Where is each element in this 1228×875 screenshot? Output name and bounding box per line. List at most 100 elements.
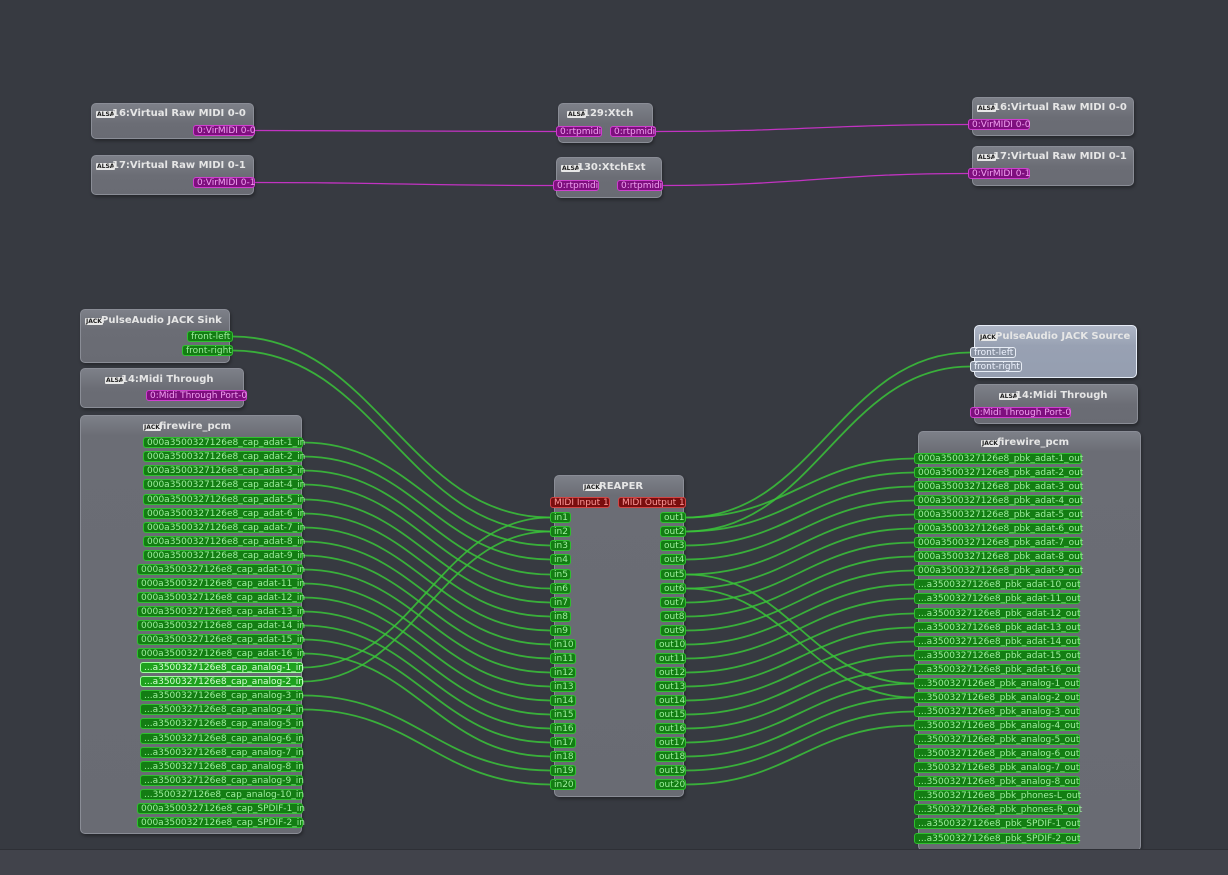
input-port[interactable]: in15 xyxy=(550,709,576,720)
audio-connection[interactable] xyxy=(302,694,551,772)
input-port[interactable]: ...3500327126e8_pbk_analog-1_out xyxy=(914,678,1080,689)
output-port[interactable]: out1 xyxy=(660,512,686,523)
output-port[interactable]: 000a3500327126e8_cap_adat-5_in xyxy=(143,494,305,505)
input-port[interactable]: 0:VirMIDI 0-0 xyxy=(968,119,1030,130)
output-port[interactable]: out20 xyxy=(655,779,686,790)
audio-connection[interactable] xyxy=(302,516,551,669)
audio-connection[interactable] xyxy=(302,530,551,683)
input-port[interactable]: 0:VirMIDI 0-1 xyxy=(968,168,1030,179)
patchbay-canvas[interactable]: ALSA 16:Virtual Raw MIDI 0-0 0:VirMIDI 0-0… xyxy=(0,0,1228,875)
output-port[interactable]: ...a3500327126e8_cap_analog-8_in xyxy=(140,761,304,772)
output-port[interactable]: out4 xyxy=(660,554,686,565)
input-port[interactable]: 0:rtpmidi xyxy=(553,180,599,191)
output-port[interactable]: 000a3500327126e8_cap_adat-12_in xyxy=(137,592,305,603)
output-port[interactable]: ...a3500327126e8_cap_analog-5_in xyxy=(140,718,304,729)
output-port[interactable]: 0:Midi Through Port-0 xyxy=(146,390,247,401)
audio-connection[interactable] xyxy=(685,724,915,786)
input-port[interactable]: ...3500327126e8_pbk_phones-R_out xyxy=(914,804,1082,815)
output-port[interactable]: out2 xyxy=(660,526,686,537)
output-port[interactable]: out19 xyxy=(655,765,686,776)
input-port[interactable]: MIDI Input 1 xyxy=(550,497,610,508)
output-port[interactable]: 0:VirMIDI 0-0 xyxy=(193,125,255,136)
input-port[interactable]: in20 xyxy=(550,779,576,790)
input-port[interactable]: in14 xyxy=(550,695,576,706)
midi-connection[interactable] xyxy=(662,172,969,187)
input-port[interactable]: ...a3500327126e8_pbk_adat-14_out xyxy=(914,636,1080,647)
output-port[interactable]: out16 xyxy=(655,723,686,734)
output-port[interactable]: out11 xyxy=(655,653,686,664)
output-port[interactable]: 000a3500327126e8_cap_adat-1_in xyxy=(143,437,305,448)
input-port[interactable]: 000a3500327126e8_pbk_adat-6_out xyxy=(914,523,1083,534)
input-port[interactable]: in12 xyxy=(550,667,576,678)
input-port[interactable]: 000a3500327126e8_pbk_adat-8_out xyxy=(914,551,1083,562)
input-port[interactable]: ...3500327126e8_pbk_analog-3_out xyxy=(914,706,1080,717)
output-port[interactable]: ...a3500327126e8_cap_analog-4_in xyxy=(140,704,304,715)
input-port[interactable]: 000a3500327126e8_pbk_adat-4_out xyxy=(914,495,1083,506)
output-port[interactable]: out9 xyxy=(660,625,686,636)
output-port[interactable]: 000a3500327126e8_cap_adat-6_in xyxy=(143,508,305,519)
node-vmidi01_out[interactable]: ALSA 17:Virtual Raw MIDI 0-1 xyxy=(972,146,1134,186)
input-port[interactable]: 000a3500327126e8_pbk_adat-9_out xyxy=(914,565,1083,576)
input-port[interactable]: in16 xyxy=(550,723,576,734)
input-port[interactable]: in8 xyxy=(550,611,571,622)
output-port[interactable]: 000a3500327126e8_cap_adat-13_in xyxy=(137,606,305,617)
input-port[interactable]: in3 xyxy=(550,540,571,551)
input-port[interactable]: 0:rtpmidi xyxy=(556,126,602,137)
output-port[interactable]: out12 xyxy=(655,667,686,678)
output-port[interactable]: 000a3500327126e8_cap_adat-15_in xyxy=(137,634,305,645)
audio-connection[interactable] xyxy=(685,485,915,547)
midi-connection[interactable] xyxy=(254,129,557,133)
midi-connection[interactable] xyxy=(655,123,969,133)
input-port[interactable]: ...3500327126e8_pbk_analog-6_out xyxy=(914,748,1080,759)
output-port[interactable]: ...a3500327126e8_cap_analog-1_in xyxy=(140,662,304,673)
input-port[interactable]: ...a3500327126e8_pbk_adat-10_out xyxy=(914,579,1080,590)
input-port[interactable]: 000a3500327126e8_pbk_adat-5_out xyxy=(914,509,1083,520)
input-port[interactable]: in10 xyxy=(550,639,576,650)
input-port[interactable]: ...3500327126e8_pbk_analog-4_out xyxy=(914,720,1080,731)
output-port[interactable]: 0:rtpmidi xyxy=(610,126,656,137)
input-port[interactable]: 000a3500327126e8_pbk_adat-2_out xyxy=(914,467,1083,478)
output-port[interactable]: MIDI Output 1 xyxy=(618,497,686,508)
output-port[interactable]: out15 xyxy=(655,709,686,720)
input-port[interactable]: in11 xyxy=(550,653,576,664)
input-port[interactable]: 000a3500327126e8_pbk_adat-7_out xyxy=(914,537,1083,548)
output-port[interactable]: ...a3500327126e8_cap_analog-9_in xyxy=(140,775,304,786)
audio-connection[interactable] xyxy=(685,640,915,702)
output-port[interactable]: 000a3500327126e8_cap_adat-8_in xyxy=(143,536,305,547)
midi-connection[interactable] xyxy=(254,181,554,187)
output-port[interactable]: 000a3500327126e8_cap_adat-9_in xyxy=(143,550,305,561)
input-port[interactable]: ...3500327126e8_pbk_analog-7_out xyxy=(914,762,1080,773)
input-port[interactable]: 000a3500327126e8_pbk_adat-1_out xyxy=(914,453,1083,464)
output-port[interactable]: 000a3500327126e8_cap_adat-11_in xyxy=(137,578,305,589)
output-port[interactable]: 0:rtpmidi xyxy=(617,180,663,191)
output-port[interactable]: ...a3500327126e8_cap_analog-6_in xyxy=(140,733,304,744)
input-port[interactable]: ...a3500327126e8_pbk_adat-16_out xyxy=(914,664,1080,675)
output-port[interactable]: out7 xyxy=(660,597,686,608)
audio-connection[interactable] xyxy=(302,441,551,547)
output-port[interactable]: ...a3500327126e8_cap_analog-2_in xyxy=(140,676,304,687)
output-port[interactable]: front-right xyxy=(182,345,233,356)
audio-connection[interactable] xyxy=(685,457,915,519)
output-port[interactable]: out5 xyxy=(660,569,686,580)
output-port[interactable]: out8 xyxy=(660,611,686,622)
input-port[interactable]: in7 xyxy=(550,597,571,608)
node-vmidi01_in[interactable]: ALSA 17:Virtual Raw MIDI 0-1 xyxy=(91,155,254,195)
output-port[interactable]: 000a3500327126e8_cap_adat-3_in xyxy=(143,465,305,476)
input-port[interactable]: in4 xyxy=(550,554,571,565)
input-port[interactable]: ...a3500327126e8_pbk_adat-11_out xyxy=(914,593,1080,604)
audio-connection[interactable] xyxy=(685,626,915,688)
audio-connection[interactable] xyxy=(685,710,915,772)
input-port[interactable]: ...a3500327126e8_pbk_SPDIF-1_out xyxy=(914,818,1080,829)
output-port[interactable]: 000a3500327126e8_cap_adat-16_in xyxy=(137,648,305,659)
output-port[interactable]: out6 xyxy=(660,583,686,594)
input-port[interactable]: in9 xyxy=(550,625,571,636)
input-port[interactable]: ...3500327126e8_pbk_phones-L_out xyxy=(914,790,1081,801)
output-port[interactable]: out13 xyxy=(655,681,686,692)
output-port[interactable]: 0:VirMIDI 0-1 xyxy=(193,177,255,188)
input-port[interactable]: 000a3500327126e8_pbk_adat-3_out xyxy=(914,481,1083,492)
output-port[interactable]: ...3500327126e8_cap_analog-10_in xyxy=(140,789,304,800)
audio-connection[interactable] xyxy=(685,654,915,716)
output-port[interactable]: out3 xyxy=(660,540,686,551)
audio-connection[interactable] xyxy=(685,573,915,685)
input-port[interactable]: ...a3500327126e8_pbk_adat-12_out xyxy=(914,608,1080,619)
